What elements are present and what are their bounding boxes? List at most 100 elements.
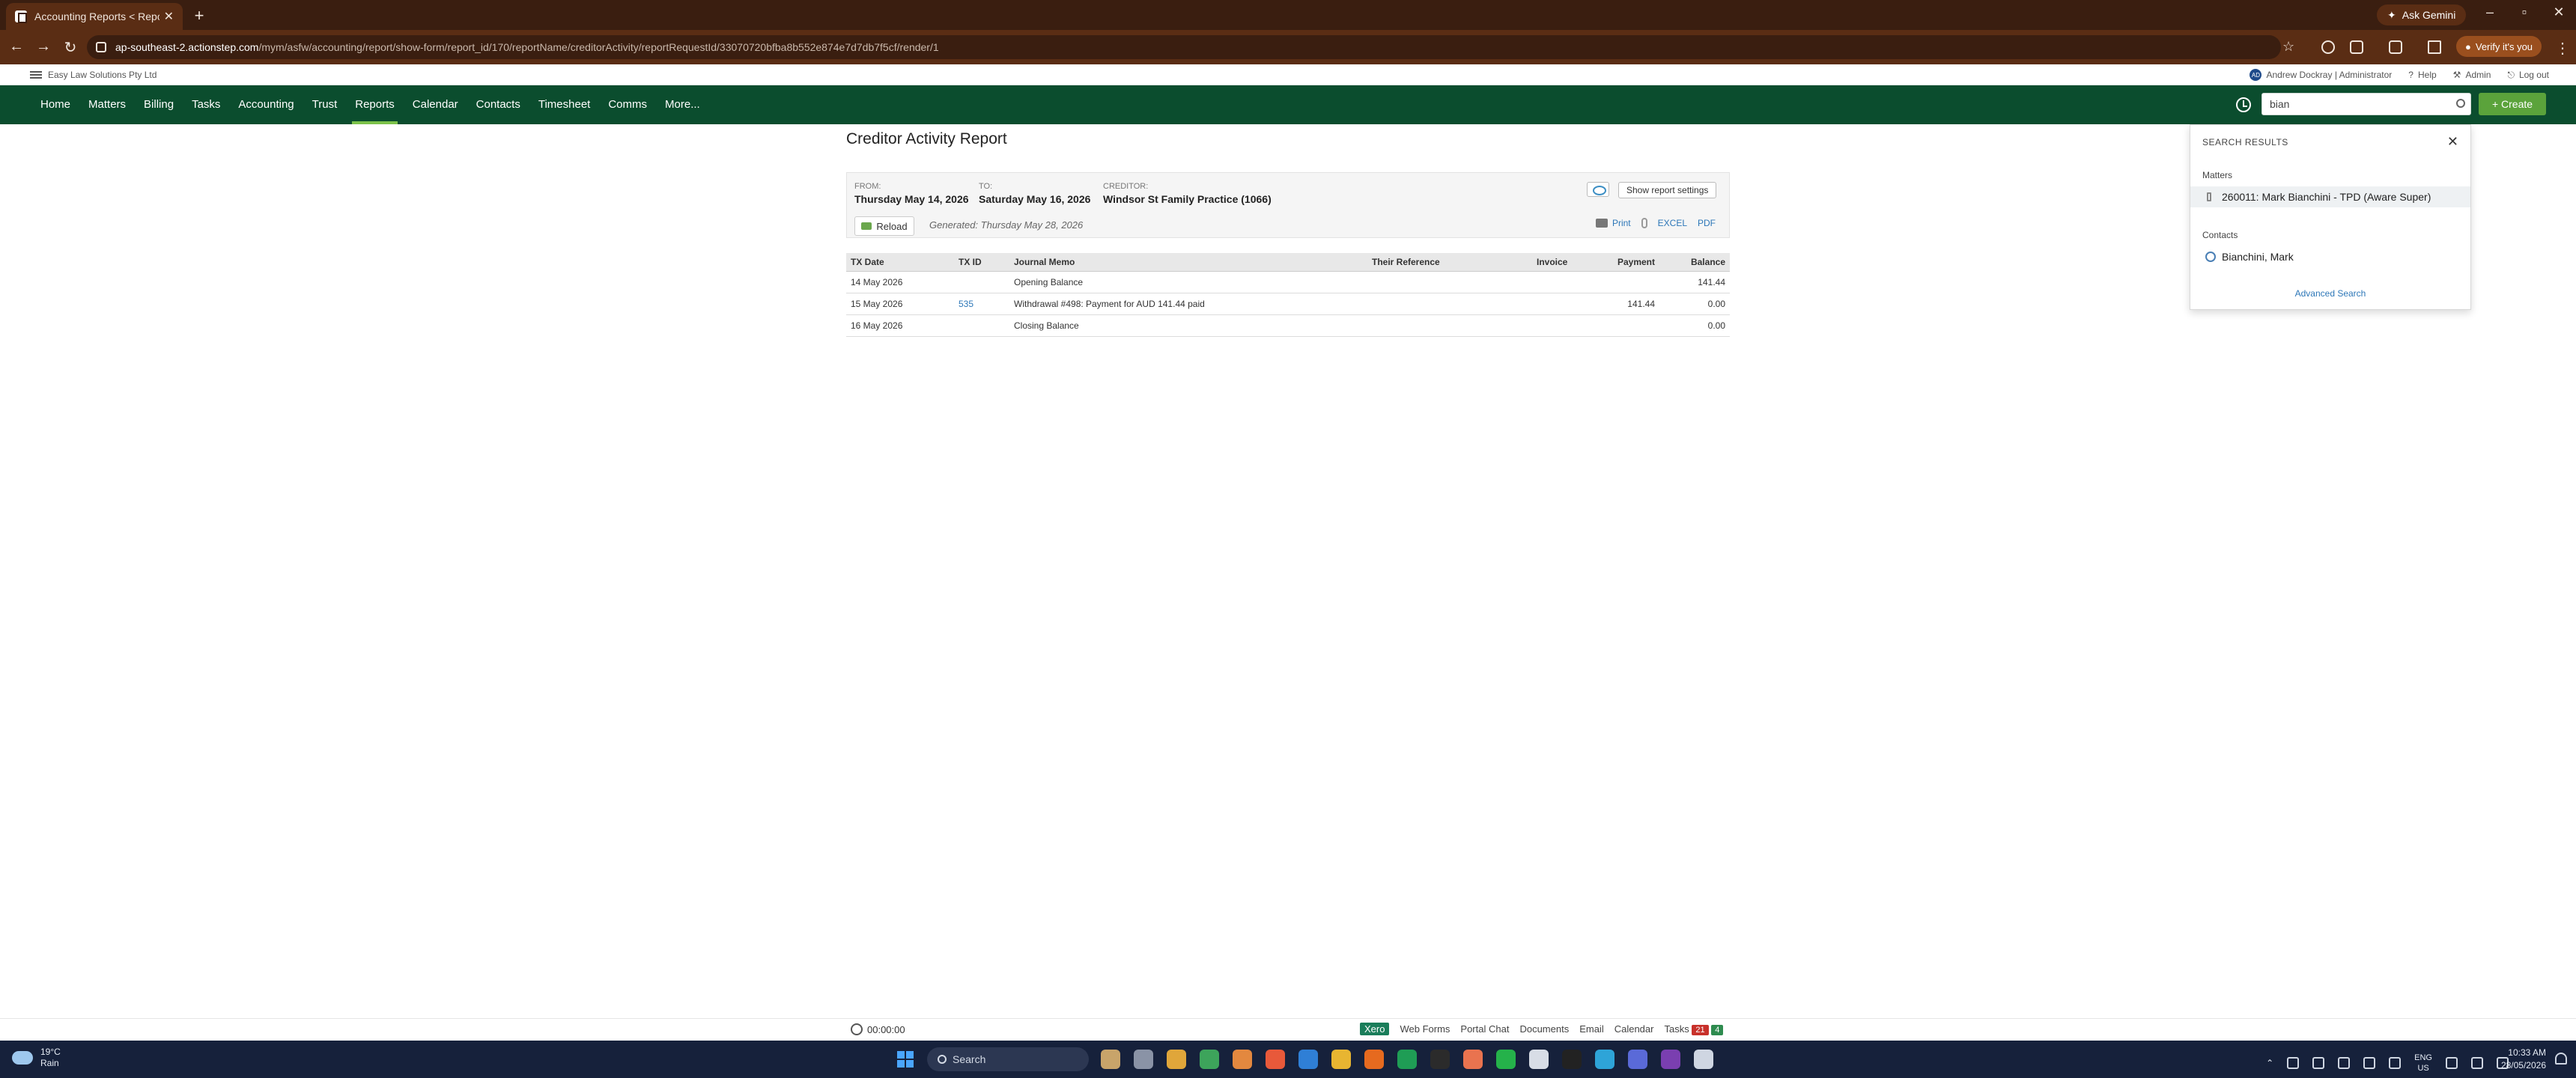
messaging-app-icon[interactable] [1397, 1050, 1417, 1069]
nav-accounting[interactable]: Accounting [229, 85, 303, 124]
calculator-icon[interactable] [1694, 1050, 1713, 1069]
history-icon[interactable] [2236, 97, 2251, 112]
taskbar-search[interactable]: Search [927, 1047, 1089, 1071]
widget-app-icon[interactable] [1101, 1050, 1120, 1069]
search-app-icon[interactable] [1364, 1050, 1384, 1069]
nav-reports[interactable]: Reports [346, 85, 404, 124]
advanced-search-link[interactable]: Advanced Search [2190, 288, 2470, 299]
maximize-icon[interactable]: ▫ [2513, 4, 2536, 20]
nav-matters[interactable]: Matters [79, 85, 135, 124]
reload-icon[interactable]: ↻ [61, 38, 79, 57]
system-clock[interactable]: 10:33 AM 28/05/2026 [2501, 1047, 2546, 1072]
brave-icon[interactable] [1266, 1050, 1285, 1069]
star-icon[interactable]: ☆ [2282, 39, 2294, 55]
admin-link[interactable]: ⚒ Admin [2453, 70, 2491, 80]
calendar-link[interactable]: Calendar [1614, 1023, 1654, 1035]
minimize-icon[interactable]: – [2479, 4, 2501, 20]
notification-bell-icon[interactable] [2555, 1053, 2567, 1065]
global-search-input[interactable]: bian [2261, 93, 2471, 115]
forward-icon[interactable]: → [34, 38, 52, 55]
hamburger-icon[interactable] [30, 71, 42, 79]
tray-bluetooth-icon[interactable] [2338, 1057, 2351, 1069]
nav-trust[interactable]: Trust [303, 85, 347, 124]
claude-icon[interactable] [1463, 1050, 1483, 1069]
extensions-icon[interactable] [2350, 40, 2363, 54]
back-icon[interactable]: ← [7, 38, 25, 55]
file-manager-icon[interactable] [1134, 1050, 1153, 1069]
verify-profile-button[interactable]: ● Verify it's you [2456, 36, 2542, 57]
chatgpt-icon[interactable] [1529, 1050, 1549, 1069]
wifi-icon[interactable] [2446, 1057, 2458, 1069]
column-header[interactable]: TX Date [846, 253, 954, 272]
tx-id-link[interactable]: 535 [954, 293, 1009, 315]
chrome-profile-icon[interactable] [1167, 1050, 1186, 1069]
email-link[interactable]: Email [1579, 1023, 1604, 1035]
column-header[interactable]: Payment [1592, 253, 1659, 272]
print-link[interactable]: Print [1595, 218, 1631, 228]
tray-security-icon[interactable] [2363, 1057, 2376, 1069]
web-forms-link[interactable]: Web Forms [1400, 1023, 1450, 1035]
close-icon[interactable]: ✕ [2447, 134, 2458, 150]
search-result-contact[interactable]: Bianchini, Mark [2190, 246, 2470, 267]
nav-calendar[interactable]: Calendar [404, 85, 467, 124]
nav-tasks[interactable]: Tasks [183, 85, 229, 124]
column-header[interactable]: Journal Memo [1009, 253, 1367, 272]
chrome-icon[interactable] [1200, 1050, 1219, 1069]
user-profile[interactable]: AD Andrew Dockray | Administrator [2250, 69, 2392, 81]
browser-app-icon[interactable] [1628, 1050, 1647, 1069]
whatsapp-icon[interactable] [1496, 1050, 1516, 1069]
logout-link[interactable]: ⎋ Log out [2507, 70, 2549, 81]
password-manager-icon[interactable] [2321, 40, 2335, 54]
vscode-icon[interactable] [1595, 1050, 1614, 1069]
dark-app-icon[interactable] [1562, 1050, 1582, 1069]
nav-contacts[interactable]: Contacts [467, 85, 529, 124]
column-header[interactable]: TX ID [954, 253, 1009, 272]
column-header[interactable]: Balance [1659, 253, 1730, 272]
tray-app-icon[interactable] [2287, 1057, 2300, 1069]
menu-icon[interactable]: ⋮ [2555, 39, 2570, 58]
language-indicator[interactable]: ENG US [2414, 1053, 2432, 1074]
excel-link[interactable]: EXCEL [1658, 218, 1687, 228]
help-link[interactable]: ? Help [2408, 70, 2436, 80]
url-field[interactable]: ap-southeast-2.actionstep.com/mym/asfw/a… [87, 35, 2281, 59]
create-button[interactable]: + Create [2479, 93, 2546, 115]
nav-home[interactable]: Home [31, 85, 79, 124]
column-header[interactable]: Their Reference [1367, 253, 1532, 272]
report-settings-icon[interactable] [1587, 182, 1609, 197]
ask-gemini-button[interactable]: ✦ Ask Gemini [2377, 4, 2467, 25]
close-window-icon[interactable]: ✕ [2548, 4, 2570, 20]
browser-tab[interactable]: Accounting Reports < Reports ✕ [6, 3, 183, 30]
search-result-matter[interactable]: 260011: Mark Bianchini - TPD (Aware Supe… [2190, 186, 2470, 207]
start-button-icon[interactable] [897, 1051, 914, 1068]
nav-timesheet[interactable]: Timesheet [529, 85, 599, 124]
tray-mic-icon[interactable] [2389, 1057, 2402, 1069]
download-icon[interactable] [2428, 40, 2441, 54]
nav-comms[interactable]: Comms [599, 85, 656, 124]
nav-more[interactable]: More... [656, 85, 709, 124]
onepassword-icon[interactable] [1430, 1050, 1450, 1069]
sidepanel-icon[interactable] [2389, 40, 2402, 54]
tasks-link[interactable]: Tasks 21 4 [1664, 1023, 1724, 1035]
xero-link[interactable]: Xero [1360, 1023, 1390, 1035]
weather-widget[interactable]: 19°C Rain [12, 1047, 61, 1069]
tray-network-icon[interactable] [2312, 1057, 2325, 1069]
portal-chat-link[interactable]: Portal Chat [1460, 1023, 1509, 1035]
firm-switcher[interactable]: Easy Law Solutions Pty Ltd [30, 70, 157, 80]
volume-icon[interactable] [2471, 1057, 2483, 1069]
outlook-icon[interactable] [1298, 1050, 1318, 1069]
tab-close-icon[interactable]: ✕ [164, 9, 174, 24]
chrome-active-icon[interactable] [1233, 1050, 1252, 1069]
column-header[interactable]: Invoice [1532, 253, 1592, 272]
site-info-icon[interactable] [96, 42, 106, 52]
show-report-settings-button[interactable]: Show report settings [1618, 182, 1717, 198]
pdf-link[interactable]: PDF [1698, 218, 1716, 228]
folder-icon[interactable] [1331, 1050, 1351, 1069]
reload-button[interactable]: Reload [854, 216, 914, 236]
new-tab-button[interactable]: + [190, 6, 208, 25]
search-icon[interactable] [2456, 99, 2465, 108]
documents-link[interactable]: Documents [1519, 1023, 1569, 1035]
tray-chevron-icon[interactable]: ⌃ [2266, 1058, 2273, 1068]
nav-billing[interactable]: Billing [135, 85, 183, 124]
timer[interactable]: 00:00:00 [851, 1023, 905, 1035]
app-x-icon[interactable] [1661, 1050, 1680, 1069]
